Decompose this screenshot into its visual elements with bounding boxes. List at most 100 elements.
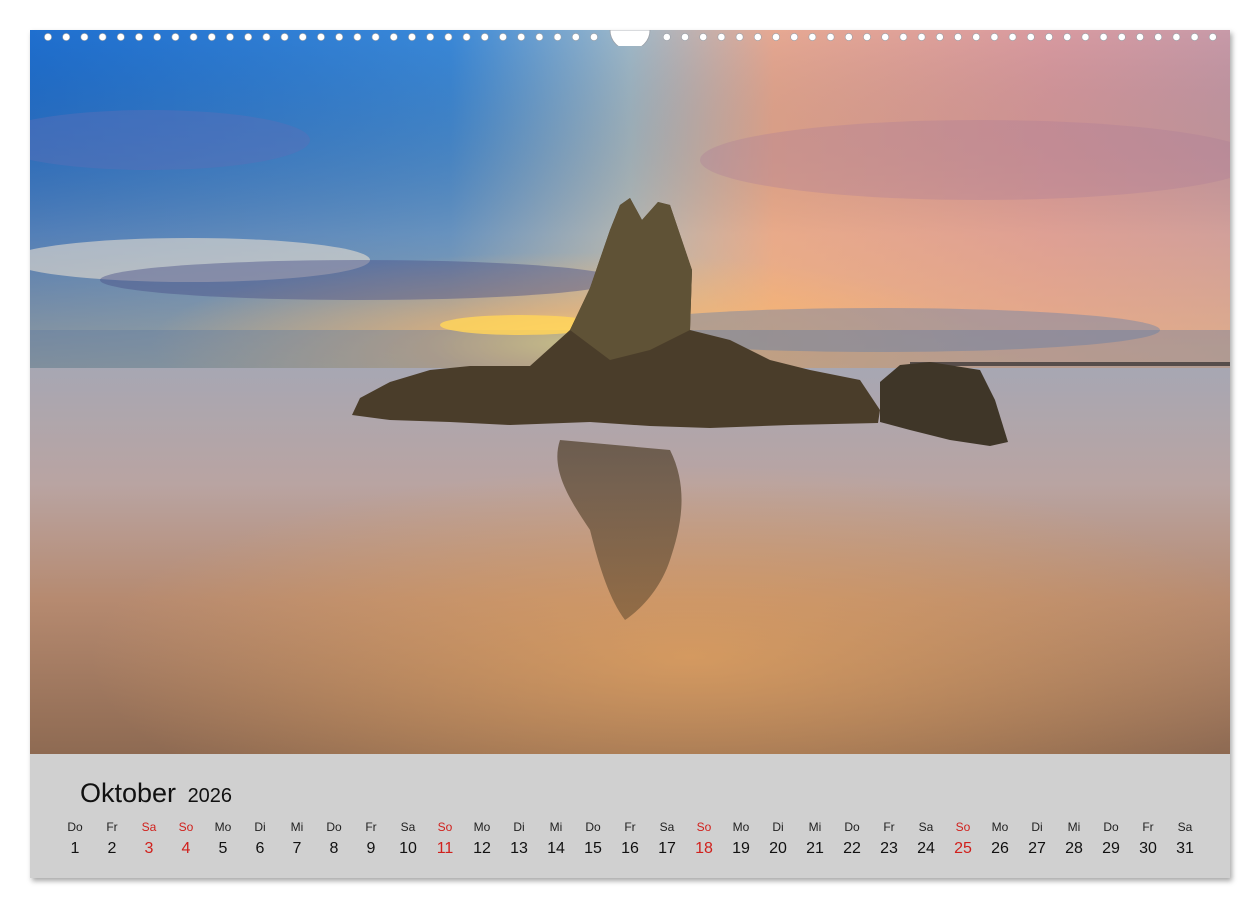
day-cell: Fr 2 <box>94 820 130 858</box>
day-number: 3 <box>144 840 154 857</box>
binding-hole <box>80 33 89 41</box>
binding-hole <box>262 33 271 41</box>
binding-hole <box>517 33 526 41</box>
day-number: 15 <box>584 840 602 857</box>
binding-hole <box>480 33 489 41</box>
weekday-label: Mi <box>549 820 563 834</box>
weekday-label: Fr <box>365 820 377 834</box>
binding-hole <box>681 33 689 41</box>
binding-hole <box>808 33 817 41</box>
day-cell: Fr 16 <box>612 820 648 858</box>
binding-hole <box>553 33 562 41</box>
day-number: 11 <box>436 840 454 857</box>
day-cell: Mi 7 <box>279 820 315 858</box>
binding-hole <box>590 33 598 41</box>
day-number: 4 <box>181 840 191 857</box>
day-cell: Sa 17 <box>649 820 685 858</box>
binding-hole <box>1208 33 1217 41</box>
binding-hole <box>990 33 999 41</box>
binding-hole <box>790 33 799 41</box>
day-cell: Do 29 <box>1093 820 1129 858</box>
day-number: 1 <box>70 840 80 857</box>
weekday-label: Mi <box>808 820 822 834</box>
day-number: 10 <box>399 840 417 857</box>
day-cell: Mo 12 <box>464 820 500 858</box>
binding-hole <box>735 33 744 41</box>
weekday-label: Fr <box>106 820 118 834</box>
weekday-label: Mo <box>991 820 1009 834</box>
day-number: 31 <box>1176 840 1194 857</box>
binding-hole <box>280 33 289 41</box>
binding-hole <box>1190 33 1199 41</box>
binding-hole <box>826 33 835 41</box>
binding-hole <box>1081 33 1090 41</box>
day-number: 30 <box>1139 840 1157 857</box>
day-cell: Fr 30 <box>1130 820 1166 858</box>
binding-hole <box>462 33 471 41</box>
binding-hole <box>62 33 71 41</box>
weekday-label: Fr <box>883 820 895 834</box>
weekday-label: Di <box>254 820 266 834</box>
weekday-label: Di <box>513 820 525 834</box>
weekday-label: Fr <box>1142 820 1154 834</box>
weekday-label: Mi <box>290 820 304 834</box>
day-number: 17 <box>658 840 676 857</box>
weekday-label: So <box>696 820 712 834</box>
day-number: 28 <box>1065 840 1083 857</box>
weekday-label: Mi <box>1067 820 1081 834</box>
binding-hole <box>1063 33 1072 41</box>
day-number: 19 <box>732 840 750 857</box>
day-number: 5 <box>218 840 228 857</box>
day-cell: Sa 3 <box>131 820 167 858</box>
day-number: 21 <box>806 840 824 857</box>
binding-hole <box>972 33 981 41</box>
weekday-label: Di <box>1031 820 1043 834</box>
weekday-label: Do <box>1103 820 1119 834</box>
binding-hole <box>207 33 216 41</box>
binding-hole <box>353 33 362 41</box>
day-number: 9 <box>366 840 376 857</box>
binding-hole <box>116 33 125 41</box>
binding-hole <box>954 33 962 41</box>
weekday-label: Mo <box>214 820 232 834</box>
day-cell: Sa 10 <box>390 820 426 858</box>
binding-hole <box>335 33 344 41</box>
binding-hole <box>1154 33 1163 41</box>
binding-hole <box>408 33 416 41</box>
weekday-label: Do <box>326 820 342 834</box>
weekday-label: Fr <box>624 820 636 834</box>
binding-hole <box>1136 33 1144 41</box>
day-number: 26 <box>991 840 1009 857</box>
binding-hole <box>1172 33 1181 41</box>
weekday-label: Di <box>772 820 784 834</box>
day-cell: So 25 <box>945 820 981 858</box>
day-cell: Mi 21 <box>797 820 833 858</box>
weekday-label: Sa <box>141 820 157 834</box>
binding-hole <box>98 33 107 41</box>
calendar-footer: Oktober 2026 Do 1 Fr 2 Sa 3 So 4 Mo 5 Di 6 Mi 7 Do 8 Fr 9… <box>30 754 1230 878</box>
binding-hole <box>535 33 544 41</box>
binding-hole <box>1008 33 1017 41</box>
binding-hole <box>863 33 871 41</box>
day-cell: So 18 <box>686 820 722 858</box>
day-cell: Sa 31 <box>1167 820 1203 858</box>
binding-hole <box>753 33 762 41</box>
day-number: 23 <box>880 840 898 857</box>
binding-hole <box>317 33 325 41</box>
binding-hole <box>1099 33 1108 41</box>
day-number: 22 <box>843 840 861 857</box>
day-number: 6 <box>255 840 265 857</box>
day-cell: Fr 23 <box>871 820 907 858</box>
weekday-label: Do <box>67 820 83 834</box>
day-number: 27 <box>1028 840 1046 857</box>
day-cell: Do 22 <box>834 820 870 858</box>
weekday-label: Sa <box>918 820 934 834</box>
day-cell: So 11 <box>427 820 463 858</box>
day-number: 25 <box>954 840 972 857</box>
binding-hole <box>499 33 507 41</box>
binding-hole <box>444 33 453 41</box>
day-number: 20 <box>769 840 787 857</box>
binding-hole <box>135 33 143 41</box>
weekday-label: Sa <box>400 820 416 834</box>
binding-hole <box>662 33 671 41</box>
